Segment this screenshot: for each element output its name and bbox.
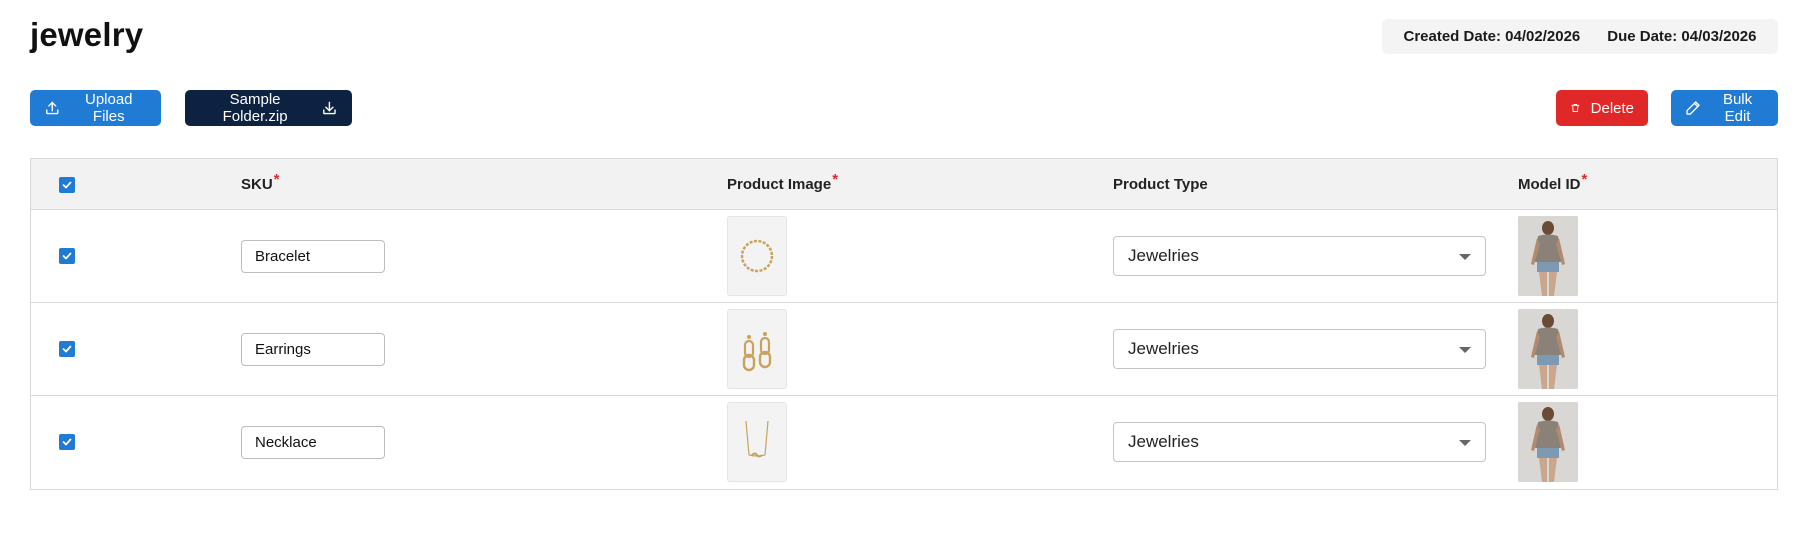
bulk-edit-button[interactable]: Bulk Edit <box>1671 90 1778 126</box>
product-image-thumbnail[interactable] <box>727 216 787 296</box>
delete-label: Delete <box>1590 99 1634 117</box>
delete-button[interactable]: Delete <box>1556 90 1648 126</box>
sku-input[interactable] <box>241 333 385 366</box>
check-icon <box>62 438 72 446</box>
sku-input[interactable] <box>241 426 385 459</box>
header-sku-label: SKU <box>241 176 273 193</box>
row-checkbox[interactable] <box>59 434 75 450</box>
table-row: Jewelries <box>31 210 1777 303</box>
check-icon <box>62 252 72 260</box>
header-model-id: Model ID * <box>1518 159 1587 210</box>
check-icon <box>62 181 72 189</box>
required-mark: * <box>1581 171 1588 188</box>
table-row: Jewelries <box>31 303 1777 396</box>
model-photo <box>1518 216 1578 296</box>
model-photo <box>1518 309 1578 389</box>
product-type-value: Jewelries <box>1128 432 1199 451</box>
trash-icon <box>1571 104 1580 112</box>
model-thumbnail[interactable] <box>1518 309 1578 389</box>
required-mark: * <box>273 171 280 188</box>
bracelet-image <box>740 239 774 273</box>
model-thumbnail[interactable] <box>1518 216 1578 296</box>
dropdown-arrow-icon <box>1459 347 1471 353</box>
necklace-image <box>745 420 769 458</box>
product-type-select[interactable]: Jewelries <box>1113 422 1486 462</box>
product-type-value: Jewelries <box>1128 246 1199 265</box>
product-image-thumbnail[interactable] <box>727 309 787 389</box>
product-type-select[interactable]: Jewelries <box>1113 236 1486 276</box>
row-checkbox[interactable] <box>59 341 75 357</box>
product-table: SKU * Product Image * Product Type Model I… <box>30 158 1778 490</box>
select-all-checkbox[interactable] <box>59 177 75 193</box>
due-date: Due Date: 04/03/2026 <box>1607 28 1757 45</box>
download-icon <box>323 101 336 115</box>
bulk-edit-label: Bulk Edit <box>1722 91 1753 125</box>
required-mark: * <box>832 171 839 188</box>
sku-input[interactable] <box>241 240 385 273</box>
dropdown-arrow-icon <box>1459 440 1471 446</box>
header-model-id-label: Model ID <box>1518 176 1581 193</box>
date-info: Created Date: 04/02/2026 Due Date: 04/03… <box>1382 19 1778 54</box>
model-thumbnail[interactable] <box>1518 402 1578 482</box>
header-product-image: Product Image * <box>727 159 838 210</box>
earrings-image <box>742 332 772 372</box>
check-icon <box>62 345 72 353</box>
sample-folder-label: Sample Folder.zip <box>222 91 288 125</box>
product-type-value: Jewelries <box>1128 339 1199 358</box>
page-title: jewelry <box>30 16 144 53</box>
upload-files-button[interactable]: Upload Files <box>30 90 161 126</box>
header-product-type: Product Type <box>1113 159 1208 210</box>
created-date: Created Date: 04/02/2026 <box>1403 28 1581 45</box>
pencil-icon <box>1686 101 1700 115</box>
table-row: Jewelries <box>31 396 1777 489</box>
upload-icon <box>46 101 59 115</box>
upload-files-label: Upload Files <box>84 91 133 125</box>
product-type-select[interactable]: Jewelries <box>1113 329 1486 369</box>
header-product-image-label: Product Image <box>727 176 832 193</box>
dropdown-arrow-icon <box>1459 254 1471 260</box>
product-image-thumbnail[interactable] <box>727 402 787 482</box>
header-product-type-label: Product Type <box>1113 176 1208 193</box>
model-photo <box>1518 402 1578 482</box>
header-sku: SKU * <box>241 159 280 210</box>
row-checkbox[interactable] <box>59 248 75 264</box>
sample-folder-download-button[interactable]: Sample Folder.zip <box>185 90 352 126</box>
table-header: SKU * Product Image * Product Type Model I… <box>31 159 1777 210</box>
